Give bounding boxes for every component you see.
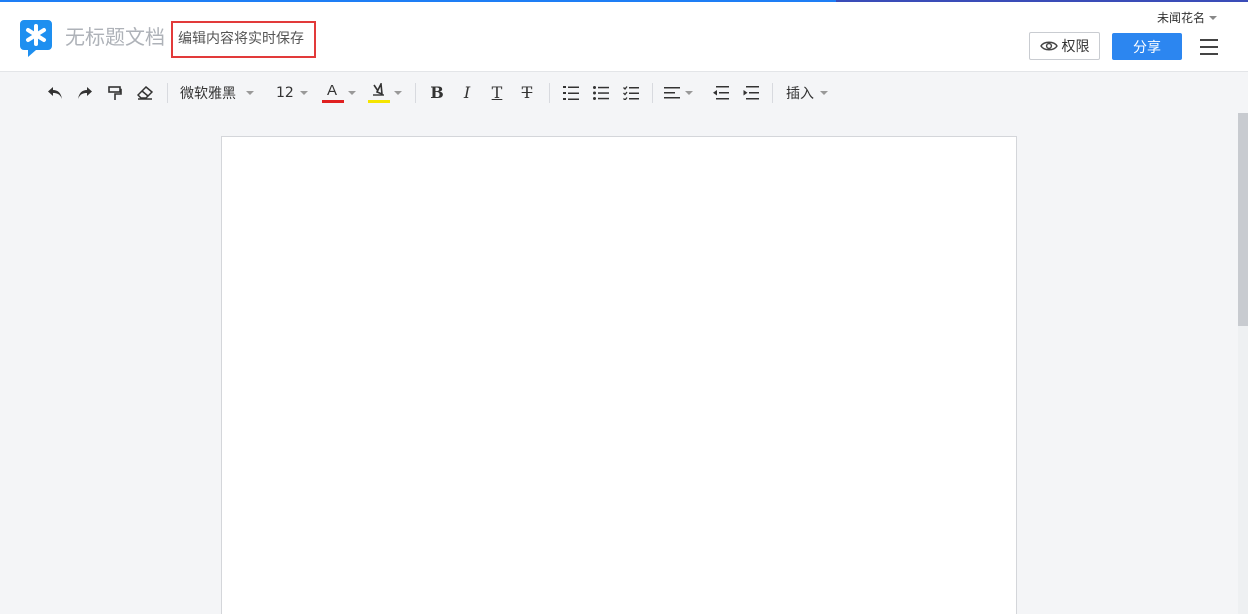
share-button[interactable]: 分享 (1112, 33, 1182, 60)
font-family-value: 微软雅黑 (180, 86, 236, 102)
formatting-toolbar: 微软雅黑 12 A B I T T 插入 (0, 73, 1248, 113)
chevron-down-icon (299, 91, 308, 95)
undo-icon[interactable] (44, 81, 66, 105)
chevron-down-icon (348, 91, 356, 95)
chevron-down-icon (685, 91, 693, 95)
app-logo-icon[interactable] (18, 18, 54, 58)
font-size-select[interactable]: 12 (276, 81, 312, 105)
bullet-list-icon[interactable] (590, 81, 612, 105)
bold-icon[interactable]: B (426, 81, 448, 105)
toolbar-separator (415, 83, 416, 103)
app-header: 无标题文档 编辑内容将实时保存 未闻花名 权限 分享 (0, 2, 1248, 72)
permission-label: 权限 (1061, 39, 1090, 55)
font-color-icon: A (322, 82, 344, 104)
font-family-select[interactable]: 微软雅黑 (180, 81, 264, 105)
toolbar-separator (652, 83, 653, 103)
highlighter-icon (367, 82, 391, 104)
user-name[interactable]: 未闻花名 (1157, 10, 1205, 26)
user-menu-chevron-down-icon[interactable] (1209, 16, 1217, 20)
toolbar-separator (772, 83, 773, 103)
hamburger-menu-icon[interactable] (1200, 39, 1218, 55)
insert-label: 插入 (786, 86, 814, 102)
document-title[interactable]: 无标题文档 (65, 24, 165, 50)
save-status-text: 编辑内容将实时保存 (171, 21, 316, 58)
outdent-icon[interactable] (710, 81, 732, 105)
chevron-down-icon (246, 91, 254, 95)
format-painter-icon[interactable] (104, 81, 126, 105)
ordered-list-icon[interactable] (560, 81, 582, 105)
eye-icon (1039, 41, 1058, 51)
chevron-down-icon (394, 91, 402, 95)
document-page-editor[interactable] (221, 136, 1017, 614)
clear-format-eraser-icon[interactable] (134, 81, 156, 105)
redo-icon[interactable] (74, 81, 96, 105)
chevron-down-icon (820, 91, 828, 95)
toolbar-separator (549, 83, 550, 103)
insert-menu[interactable]: 插入 (786, 81, 834, 105)
align-left-icon (664, 87, 680, 99)
toolbar-separator (167, 83, 168, 103)
vertical-scrollbar-thumb[interactable] (1238, 113, 1248, 326)
align-select[interactable] (664, 81, 700, 105)
italic-icon[interactable]: I (456, 81, 478, 105)
permission-button[interactable]: 权限 (1029, 32, 1100, 60)
strikethrough-icon[interactable]: T (516, 81, 538, 105)
highlight-color-button[interactable] (367, 81, 405, 105)
indent-icon[interactable] (740, 81, 762, 105)
checklist-icon[interactable] (620, 81, 642, 105)
underline-icon[interactable]: T (486, 81, 508, 105)
font-color-button[interactable]: A (322, 81, 358, 105)
font-size-value: 12 (276, 85, 294, 101)
